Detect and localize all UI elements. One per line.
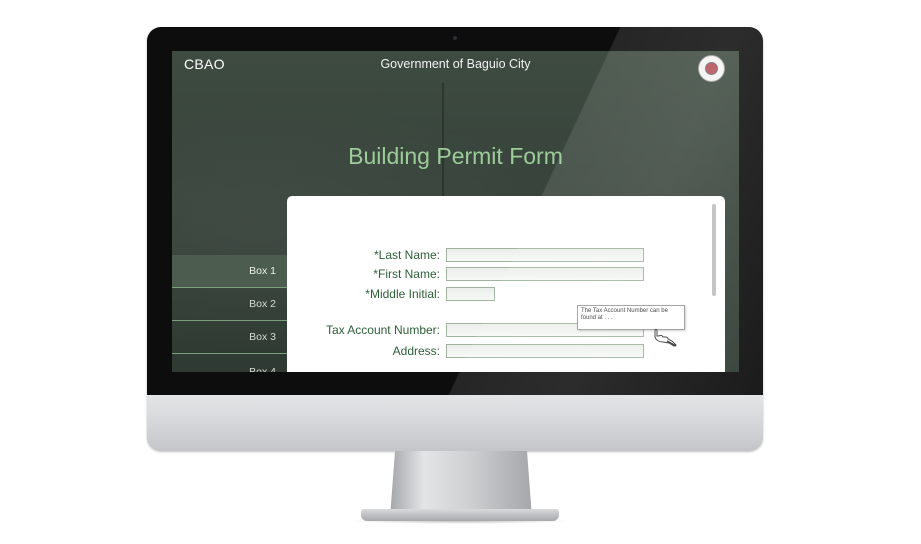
last-name-field[interactable]: [446, 248, 644, 262]
field-label: *Middle Initial:: [287, 287, 446, 301]
form-row-middle-initial: *Middle Initial:: [287, 285, 495, 303]
form-row-first-name: *First Name:: [287, 265, 644, 283]
monitor-bezel: CBAO Government of Baguio City Building …: [147, 27, 763, 395]
sidebar: Box 1 Box 2 Box 3 Box 4: [172, 255, 287, 372]
last-name-label: Last Name:: [378, 248, 440, 262]
hand-pointer-icon: [654, 329, 677, 347]
camera-icon: [453, 36, 457, 40]
screen: CBAO Government of Baguio City Building …: [172, 51, 739, 372]
monitor: CBAO Government of Baguio City Building …: [147, 27, 763, 451]
seal-emblem: [705, 62, 718, 75]
monitor-stand: [390, 451, 532, 511]
government-title: Government of Baguio City: [380, 57, 531, 71]
sidebar-item-box-2[interactable]: Box 2: [172, 288, 287, 321]
form-row-last-name: *Last Name:: [287, 246, 644, 264]
city-seal-icon: [698, 55, 725, 82]
form-row-address: Address:: [287, 342, 644, 360]
tax-account-label: Tax Account Number:: [325, 323, 440, 337]
middle-initial-label: Middle Initial:: [369, 287, 440, 301]
sidebar-item-box-1[interactable]: Box 1: [172, 255, 287, 288]
field-label: *First Name:: [287, 267, 446, 281]
address-label: Address:: [392, 344, 440, 358]
middle-initial-field[interactable]: [446, 287, 495, 301]
page-title: Building Permit Form: [348, 143, 563, 169]
monitor-chin: [147, 395, 763, 451]
sidebar-item-box-4[interactable]: Box 4: [172, 354, 287, 372]
scrollbar[interactable]: [712, 204, 716, 296]
first-name-field[interactable]: [446, 267, 644, 281]
monitor-stand-base: [361, 509, 559, 521]
sidebar-item-box-3[interactable]: Box 3: [172, 321, 287, 354]
form-card: *Last Name: *First Name: *Middle Initial…: [287, 196, 725, 372]
address-field[interactable]: [446, 344, 644, 358]
field-label: *Last Name:: [287, 248, 446, 262]
first-name-label: First Name:: [377, 267, 440, 281]
